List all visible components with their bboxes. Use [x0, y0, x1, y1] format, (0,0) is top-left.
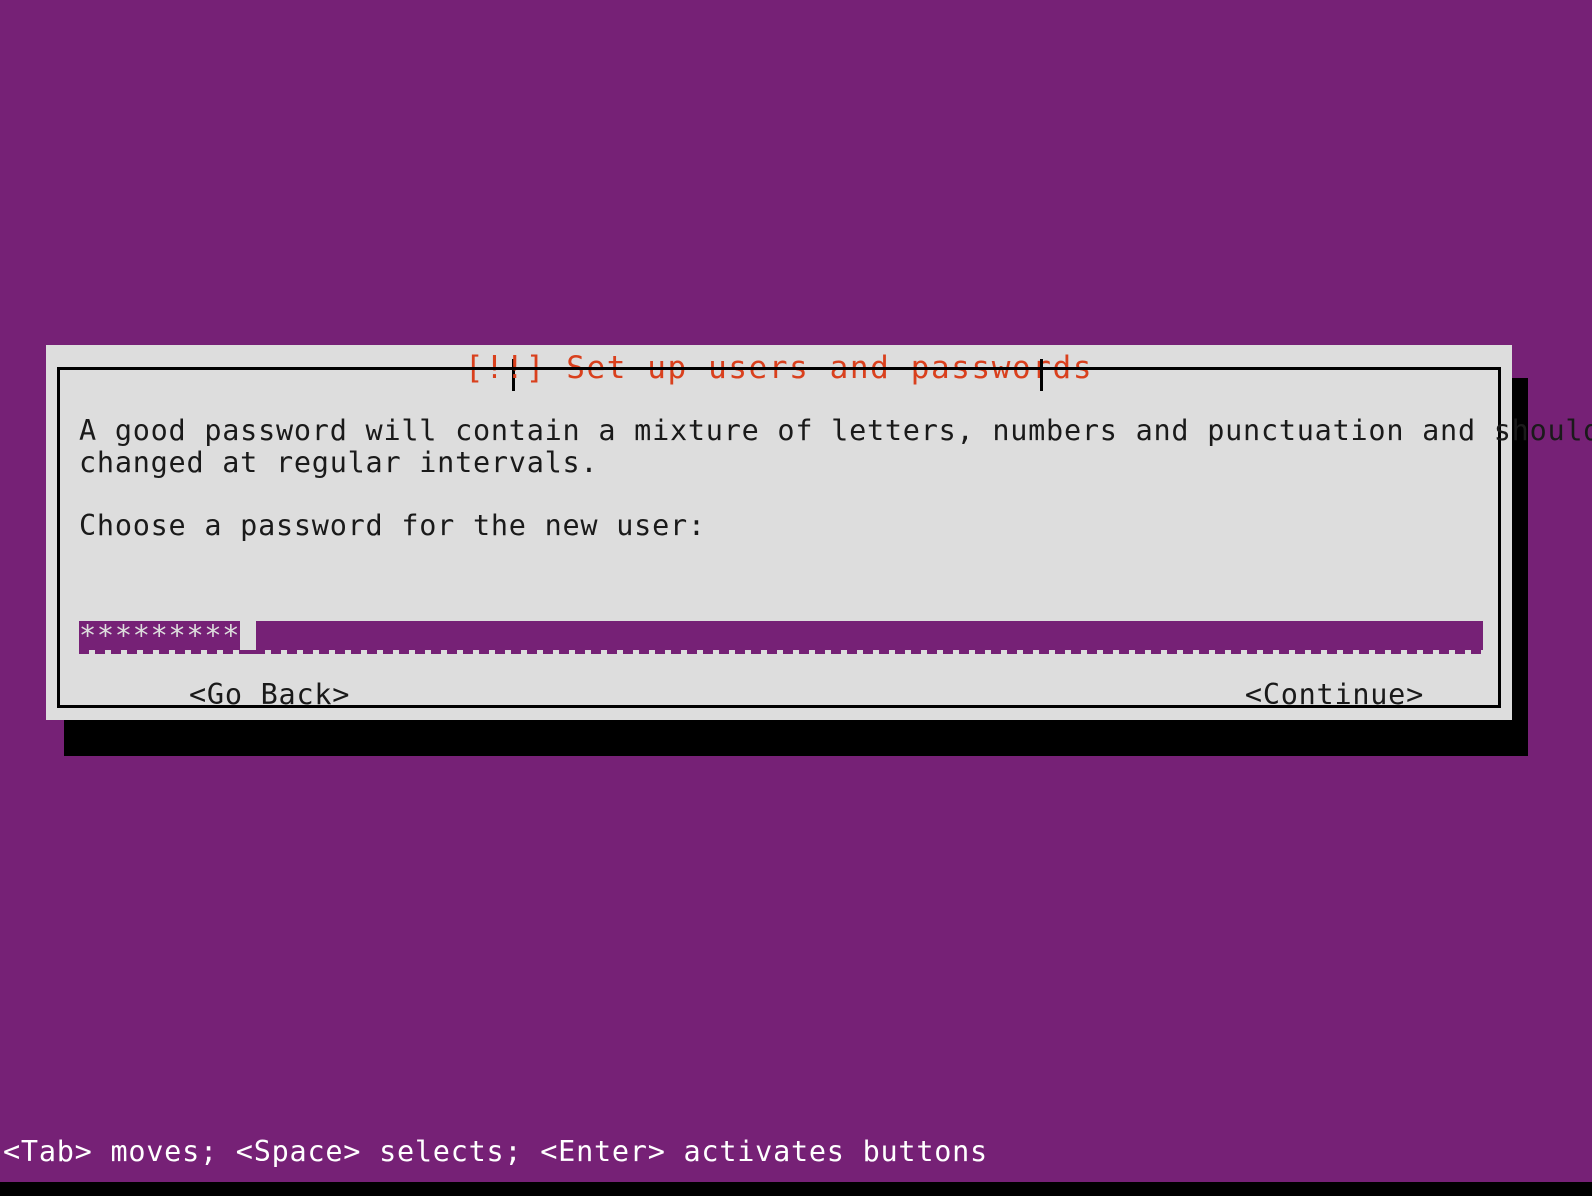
- keyboard-hint-bar: <Tab> moves; <Space> selects; <Enter> ac…: [3, 1135, 988, 1168]
- password-masked-value: *********: [79, 619, 241, 652]
- continue-button[interactable]: <Continue>: [1245, 675, 1424, 715]
- password-input-row[interactable]: *********: [79, 617, 1483, 654]
- password-advice-text: A good password will contain a mixture o…: [79, 414, 1592, 479]
- password-input-underline: [79, 650, 1483, 654]
- text-cursor-underline: [240, 650, 257, 654]
- terminal-bottom-strip: [0, 1182, 1592, 1196]
- dialog-button-row: <Go Back> <Continue>: [79, 675, 1490, 715]
- text-cursor: [240, 617, 257, 650]
- password-input[interactable]: [79, 621, 1483, 650]
- password-prompt-label: Choose a password for the new user:: [79, 509, 706, 542]
- go-back-button[interactable]: <Go Back>: [189, 675, 350, 715]
- installer-screen: [!!] Set up users and passwords A good p…: [0, 0, 1592, 1196]
- dialog-body: A good password will contain a mixture o…: [79, 403, 1592, 711]
- setup-users-and-passwords-dialog: [!!] Set up users and passwords A good p…: [46, 345, 1592, 720]
